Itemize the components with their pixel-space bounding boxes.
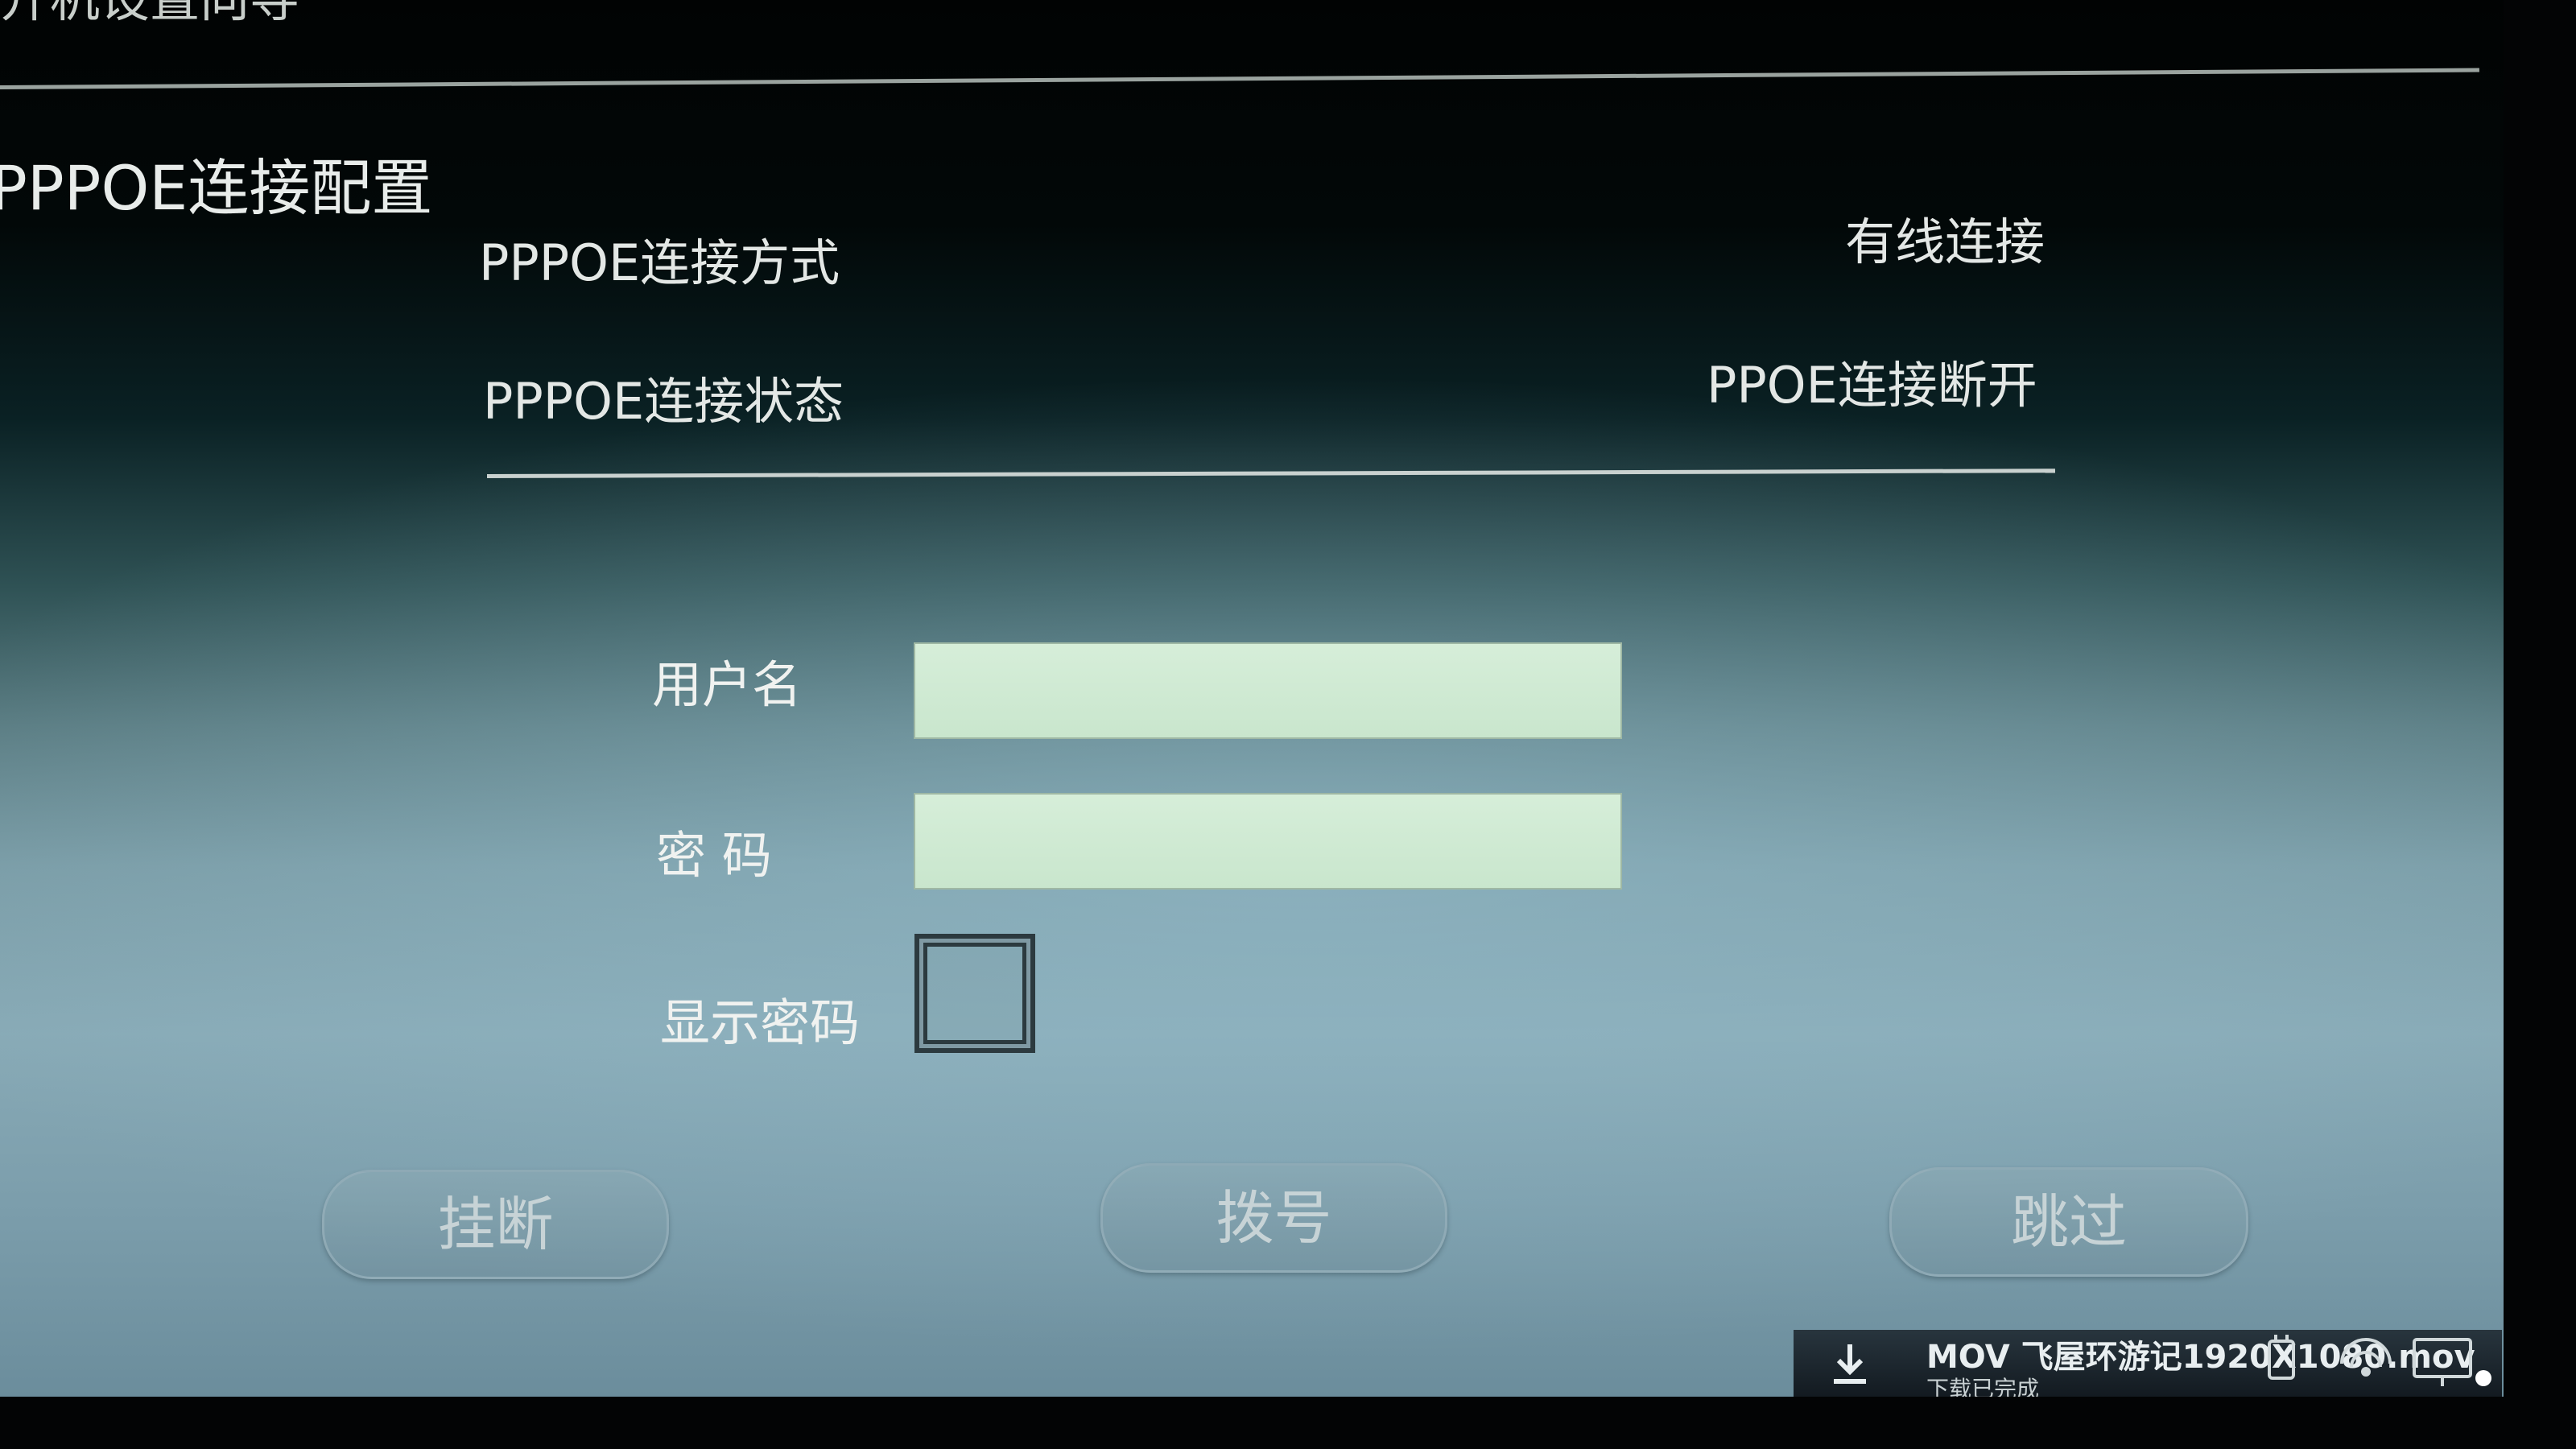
- show-password-label: 显示密码: [660, 993, 861, 1052]
- password-label: 密 码: [656, 826, 772, 885]
- download-icon: [1834, 1344, 1866, 1384]
- indicator-dot: [2475, 1370, 2491, 1386]
- notification-subtitle: 下载已完成: [1926, 1376, 2040, 1397]
- connection-status-value: PPOE连接断开: [1707, 356, 2037, 415]
- section-heading: PPPOE连接配置: [0, 152, 433, 224]
- connection-mode-value[interactable]: 有线连接: [1845, 217, 2045, 267]
- connection-status-label: PPPOE连接状态: [483, 372, 844, 431]
- connection-mode-label: PPPOE连接方式: [479, 233, 840, 292]
- download-notification[interactable]: MOV 飞屋环游记1920X1080.mov 下载已完成: [1794, 1330, 2502, 1397]
- password-field[interactable]: [914, 793, 1622, 890]
- show-password-checkbox[interactable]: [914, 934, 1035, 1053]
- wizard-title: 开机设置向导: [0, 0, 299, 24]
- skip-button[interactable]: 跳过: [1889, 1167, 2248, 1277]
- username-label: 用户名: [652, 655, 803, 714]
- screen-icon: [2413, 1338, 2472, 1386]
- monitor-bezel-right: [2504, 0, 2576, 1449]
- status-tray-icons: [2268, 1335, 2491, 1386]
- hangup-button[interactable]: 挂断: [322, 1170, 669, 1279]
- wifi-icon: [2340, 1338, 2392, 1377]
- monitor-bezel-bottom: [0, 1397, 2576, 1449]
- usb-icon: [2268, 1335, 2295, 1380]
- title-divider: [0, 68, 2479, 89]
- status-divider: [486, 469, 2055, 478]
- username-field[interactable]: [914, 642, 1622, 739]
- tv-screen: 开机设置向导 PPPOE连接配置 PPPOE连接方式 有线连接 PPPOE连接状…: [0, 0, 2504, 1397]
- dial-button[interactable]: 拨号: [1100, 1163, 1447, 1273]
